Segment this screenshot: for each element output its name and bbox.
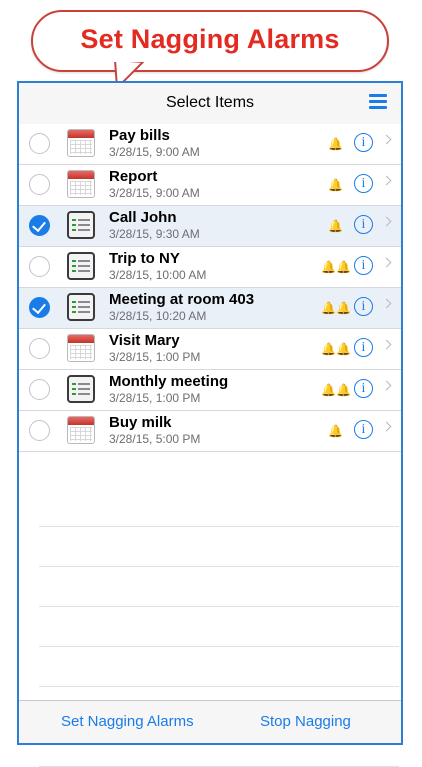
- list-item[interactable]: Visit Mary 3/28/15, 1:00 PM 🔔🔔 i: [19, 329, 401, 370]
- item-title: Meeting at room 403: [109, 291, 255, 308]
- info-icon[interactable]: i: [354, 133, 373, 152]
- info-icon[interactable]: i: [354, 379, 373, 398]
- calendar-icon: [67, 129, 95, 157]
- info-icon[interactable]: i: [354, 174, 373, 193]
- unchecked-circle-icon[interactable]: [29, 256, 50, 277]
- list-item[interactable]: Trip to NY 3/28/15, 10:00 AM 🔔🔔 i: [19, 247, 401, 288]
- info-icon[interactable]: i: [354, 338, 373, 357]
- item-time: 3/28/15, 9:00 AM: [109, 186, 200, 200]
- bell-icon: 🔔: [328, 137, 343, 151]
- chevron-right-icon[interactable]: [381, 257, 392, 268]
- bell-icon: 🔔🔔: [321, 260, 351, 274]
- calendar-icon: [67, 334, 95, 362]
- checklist-icon: [67, 293, 95, 321]
- list-item[interactable]: Buy milk 3/28/15, 5:00 PM 🔔 i: [19, 411, 401, 452]
- item-title: Call John: [109, 209, 177, 226]
- app-frame: Select Items Pay bills 3/28/15, 9:00 AM 🔔 i…: [17, 81, 403, 767]
- checked-circle-icon[interactable]: [29, 297, 50, 318]
- info-icon[interactable]: i: [354, 420, 373, 439]
- checklist-icon: [67, 211, 95, 239]
- item-title: Pay bills: [109, 127, 170, 144]
- hamburger-menu-icon[interactable]: [369, 94, 387, 110]
- item-title: Buy milk: [109, 414, 172, 431]
- checked-circle-icon[interactable]: [29, 215, 50, 236]
- bell-icon: 🔔: [328, 219, 343, 233]
- item-time: 3/28/15, 1:00 PM: [109, 350, 201, 364]
- bottom-toolbar: Set Nagging Alarms Stop Nagging: [19, 700, 401, 743]
- chevron-right-icon[interactable]: [381, 421, 392, 432]
- list-item[interactable]: Report 3/28/15, 9:00 AM 🔔 i: [19, 165, 401, 206]
- list-item[interactable]: Pay bills 3/28/15, 9:00 AM 🔔 i: [19, 124, 401, 165]
- banner-title: Set Nagging Alarms: [80, 24, 340, 54]
- item-title: Report: [109, 168, 158, 185]
- unchecked-circle-icon[interactable]: [29, 338, 50, 359]
- info-icon[interactable]: i: [354, 215, 373, 234]
- unchecked-circle-icon[interactable]: [29, 174, 50, 195]
- bell-icon: 🔔🔔: [321, 383, 351, 397]
- stop-nagging-button[interactable]: Stop Nagging: [260, 713, 351, 730]
- item-time: 3/28/15, 9:00 AM: [109, 145, 200, 159]
- checklist-icon: [67, 375, 95, 403]
- list-item[interactable]: Meeting at room 403 3/28/15, 10:20 AM 🔔🔔 i: [19, 288, 401, 329]
- unchecked-circle-icon[interactable]: [29, 379, 50, 400]
- info-icon[interactable]: i: [354, 297, 373, 316]
- chevron-right-icon[interactable]: [381, 175, 392, 186]
- bell-icon: 🔔🔔: [321, 301, 351, 315]
- chevron-right-icon[interactable]: [381, 380, 392, 391]
- item-title: Monthly meeting: [109, 373, 229, 390]
- bell-icon: 🔔: [328, 178, 343, 192]
- calendar-icon: [67, 170, 95, 198]
- banner-bubble: Set Nagging Alarms: [31, 10, 389, 72]
- item-title: Trip to NY: [109, 250, 180, 267]
- list-item[interactable]: Call John 3/28/15, 9:30 AM 🔔 i: [19, 206, 401, 247]
- chevron-right-icon[interactable]: [381, 216, 392, 227]
- item-list: Pay bills 3/28/15, 9:00 AM 🔔 i Report 3/28/15…: [19, 124, 401, 452]
- chevron-right-icon[interactable]: [381, 298, 392, 309]
- info-icon[interactable]: i: [354, 256, 373, 275]
- calendar-icon: [67, 416, 95, 444]
- item-time: 3/28/15, 1:00 PM: [109, 391, 201, 405]
- page-title: Select Items: [165, 94, 255, 111]
- unchecked-circle-icon[interactable]: [29, 420, 50, 441]
- item-time: 3/28/15, 9:30 AM: [109, 227, 200, 241]
- item-time: 3/28/15, 10:00 AM: [109, 268, 207, 282]
- chevron-right-icon[interactable]: [381, 134, 392, 145]
- bell-icon: 🔔: [328, 424, 343, 438]
- item-time: 3/28/15, 10:20 AM: [109, 309, 207, 323]
- list-item[interactable]: Monthly meeting 3/28/15, 1:00 PM 🔔🔔 i: [19, 370, 401, 411]
- set-nagging-alarms-button[interactable]: Set Nagging Alarms: [61, 713, 194, 730]
- chevron-right-icon[interactable]: [381, 339, 392, 350]
- checklist-icon: [67, 252, 95, 280]
- bell-icon: 🔔🔔: [321, 342, 351, 356]
- unchecked-circle-icon[interactable]: [29, 133, 50, 154]
- navbar: Select Items: [19, 83, 401, 125]
- item-title: Visit Mary: [109, 332, 180, 349]
- item-time: 3/28/15, 5:00 PM: [109, 432, 201, 446]
